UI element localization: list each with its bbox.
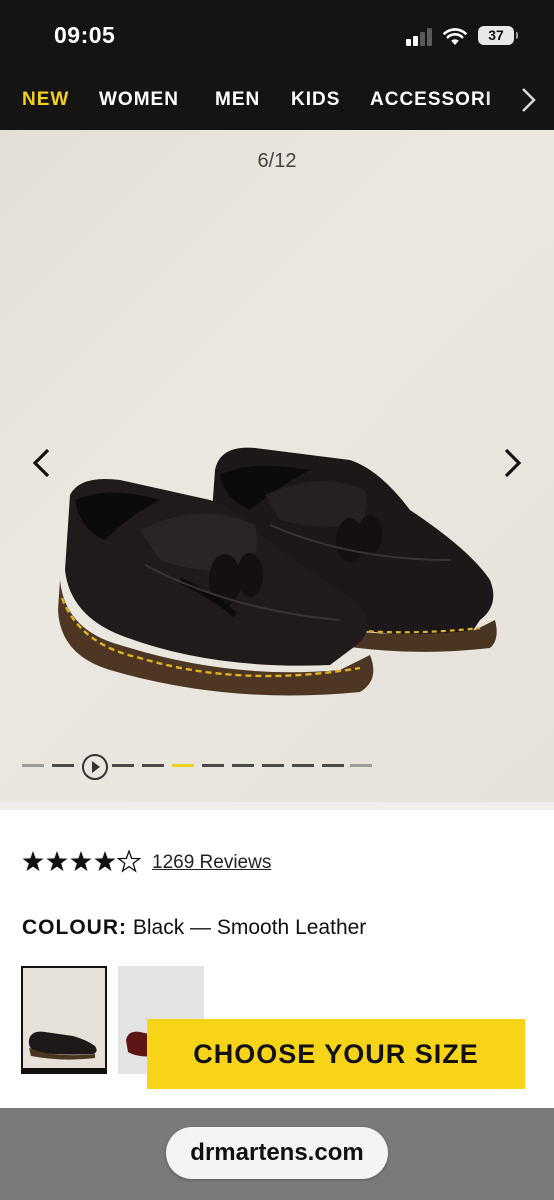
gallery-dot[interactable] (262, 764, 284, 767)
status-bar: 09:05 37 (0, 0, 554, 72)
gallery-indicator (22, 752, 372, 780)
gallery-dot-active[interactable] (172, 764, 194, 767)
colour-info: COLOUR: Black — Smooth Leather (22, 916, 366, 940)
rating-stars-icon (22, 850, 142, 873)
gallery-dot[interactable] (112, 764, 134, 767)
battery-indicator: 37 (478, 26, 518, 45)
swatch-selected-indicator (23, 1068, 105, 1072)
gallery-dot[interactable] (232, 764, 254, 767)
divider (0, 802, 554, 810)
url-bar[interactable]: drmartens.com (166, 1127, 388, 1179)
gallery-dot[interactable] (292, 764, 314, 767)
chevron-right-icon[interactable] (516, 86, 540, 114)
nav-item-accessories[interactable]: ACCESSORI (370, 89, 492, 111)
image-counter: 6/12 (257, 150, 297, 172)
nav-item-kids[interactable]: KIDS (291, 89, 340, 111)
gallery-dot[interactable] (142, 764, 164, 767)
nav-item-new[interactable]: NEW (22, 89, 69, 111)
play-video-icon[interactable] (82, 754, 108, 780)
gallery-dot[interactable] (322, 764, 344, 767)
reviews-link[interactable]: 1269 Reviews (152, 852, 271, 874)
swatch-shoe-image (28, 1031, 97, 1060)
status-time: 09:05 (54, 22, 116, 48)
product-gallery[interactable]: 6/12 (0, 130, 554, 802)
colour-label: COLOUR: (22, 916, 127, 939)
gallery-dot[interactable] (52, 764, 74, 767)
category-nav: NEW WOMEN MEN KIDS ACCESSORI (0, 72, 554, 130)
swatch-black[interactable] (21, 966, 107, 1074)
product-image (58, 447, 497, 696)
gallery-dot[interactable] (202, 764, 224, 767)
cellular-signal-icon (406, 28, 434, 46)
nav-item-men[interactable]: MEN (215, 89, 260, 111)
colour-value: Black — Smooth Leather (132, 916, 367, 939)
gallery-dot[interactable] (350, 764, 372, 767)
choose-size-button[interactable]: CHOOSE YOUR SIZE (147, 1019, 525, 1089)
gallery-dot[interactable] (22, 764, 44, 767)
wifi-icon (443, 28, 467, 45)
nav-item-women[interactable]: WOMEN (99, 89, 179, 111)
